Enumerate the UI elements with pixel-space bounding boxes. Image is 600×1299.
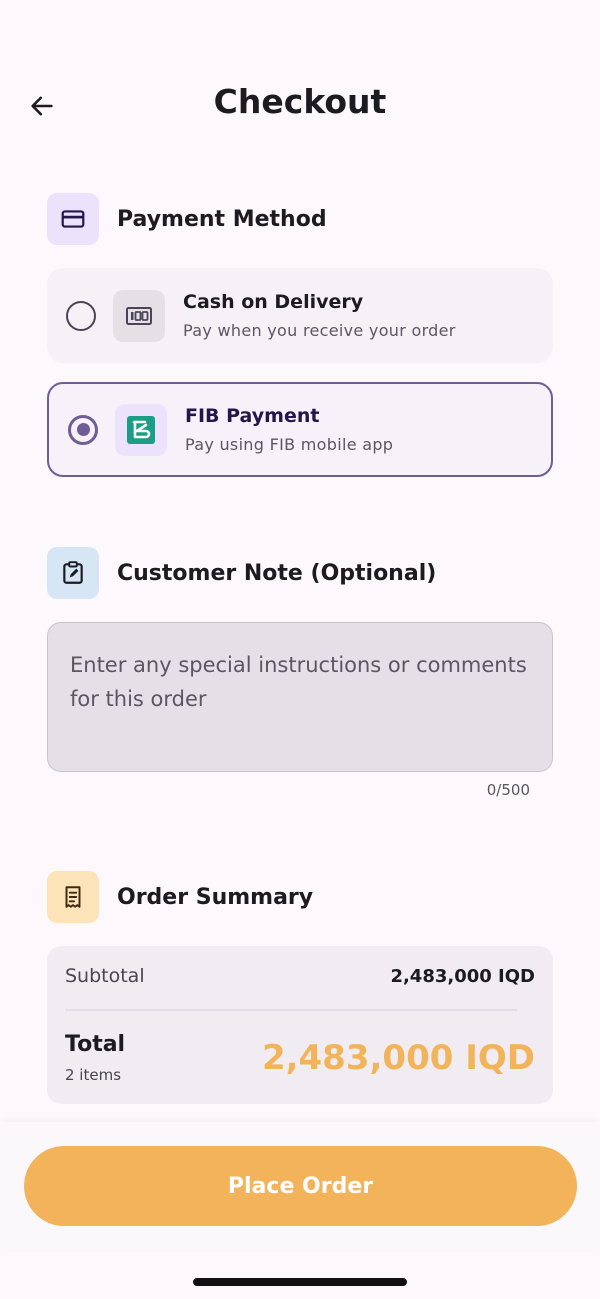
cash-radio[interactable]: [66, 300, 96, 331]
cash-option-title: Cash on Delivery: [183, 291, 364, 313]
payment-option-fib[interactable]: FIB Payment Pay using FIB mobile app: [47, 382, 553, 477]
fib-option-subtitle: Pay using FIB mobile app: [185, 435, 394, 454]
cash-icon: [113, 289, 165, 342]
total-label: Total: [65, 1032, 126, 1057]
fib-radio[interactable]: [68, 414, 98, 445]
note-char-counter: 0/500: [486, 781, 530, 799]
order-summary-card: Subtotal 2,483,000 IQD Total 2 items 2,4…: [47, 946, 553, 1104]
bottom-action-bar: Place Order: [0, 1122, 600, 1250]
credit-card-icon: [47, 193, 99, 245]
app-header: Checkout: [0, 70, 600, 140]
total-value: 2,483,000 IQD: [261, 1038, 535, 1078]
order-summary-header: Order Summary: [47, 871, 313, 923]
fib-logo-icon: [115, 403, 167, 456]
subtotal-value: 2,483,000 IQD: [390, 965, 535, 987]
receipt-icon: [47, 871, 99, 923]
items-count: 2 items: [65, 1066, 122, 1084]
page-title: Checkout: [213, 82, 387, 121]
clipboard-edit-icon: [47, 547, 99, 599]
customer-note-field[interactable]: [47, 622, 553, 772]
customer-note-title: Customer Note (Optional): [117, 560, 437, 586]
cash-option-subtitle: Pay when you receive your order: [183, 321, 456, 340]
summary-divider: [65, 1009, 517, 1011]
home-indicator[interactable]: [193, 1278, 407, 1286]
payment-method-title: Payment Method: [117, 206, 327, 232]
payment-option-cash[interactable]: Cash on Delivery Pay when you receive yo…: [47, 268, 553, 363]
order-summary-title: Order Summary: [117, 884, 314, 910]
customer-note-input[interactable]: [48, 623, 552, 771]
place-order-button[interactable]: Place Order: [24, 1146, 577, 1226]
payment-method-header: Payment Method: [47, 193, 327, 245]
fib-option-title: FIB Payment: [185, 405, 320, 427]
customer-note-header: Customer Note (Optional): [47, 547, 436, 599]
subtotal-label: Subtotal: [65, 965, 145, 987]
